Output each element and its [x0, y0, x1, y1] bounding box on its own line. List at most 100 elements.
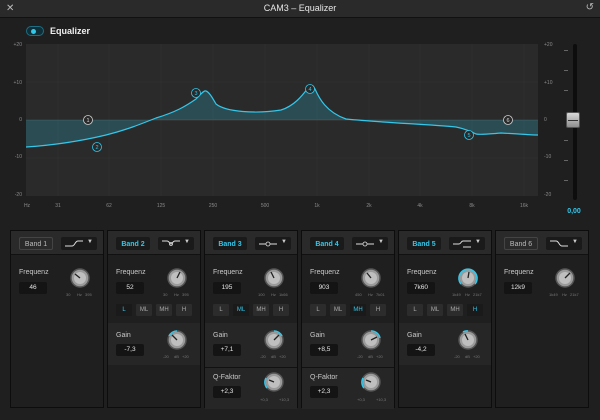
frequency-label: Frequenz	[116, 269, 146, 276]
y-tick-left: 0	[19, 117, 22, 123]
range-l-button[interactable]: L	[310, 304, 326, 316]
band-node-4[interactable]: 4	[305, 84, 315, 94]
range-ml-button[interactable]: ML	[330, 304, 346, 316]
range-mh-button[interactable]: MH	[156, 304, 172, 316]
band-panel-4: Band 4 ▼ Frequenz 903 450 Hz 7k01 L ML M…	[301, 230, 395, 409]
equalizer-toggle[interactable]	[26, 26, 44, 36]
band-node-5[interactable]: 5	[464, 130, 474, 140]
band-panel-2: Band 2 ▼ Frequenz 52 30 Hz 395 L ML MH H	[107, 230, 201, 408]
range-h-button[interactable]: H	[273, 304, 289, 316]
range-h-button[interactable]: H	[467, 304, 483, 316]
q-factor-value[interactable]: +2,3	[310, 386, 338, 398]
frequency-value[interactable]: 195	[213, 282, 241, 294]
range-ml-button[interactable]: ML	[136, 304, 152, 316]
band-2-button[interactable]: Band 2	[116, 237, 150, 250]
svg-text:5: 5	[467, 133, 470, 139]
divider	[205, 367, 297, 368]
gain-value[interactable]: +7,1	[213, 344, 241, 356]
fader-tick	[564, 180, 568, 181]
band-node-3[interactable]: 3	[191, 88, 201, 98]
title-bar: ✕ CAM3 – Equalizer ↺	[0, 0, 600, 18]
chevron-down-icon: ▼	[281, 239, 287, 245]
frequency-knob[interactable]	[67, 265, 93, 291]
low-shelf-icon	[65, 240, 83, 247]
frequency-knob[interactable]	[261, 265, 287, 291]
frequency-value[interactable]: 46	[19, 282, 47, 294]
knob-min-label: -20	[163, 354, 169, 359]
range-h-button[interactable]: H	[176, 304, 192, 316]
knob-min-label: +0,3	[357, 397, 365, 402]
range-selector: L ML MH H	[116, 304, 194, 316]
knob-max-label: +20	[279, 354, 286, 359]
chevron-down-icon: ▼	[87, 239, 93, 245]
svg-text:3: 3	[194, 91, 197, 97]
frequency-value[interactable]: 12k9	[504, 282, 532, 294]
knob-min-label: +0,3	[260, 397, 268, 402]
frequency-value[interactable]: 7k60	[407, 282, 435, 294]
range-ml-button[interactable]: ML	[233, 304, 249, 316]
x-tick: 1k	[314, 203, 320, 209]
knob-max-label: +20	[376, 354, 383, 359]
band-node-1[interactable]: 1	[83, 115, 93, 125]
q-factor-knob[interactable]	[358, 369, 384, 395]
gain-knob[interactable]	[358, 327, 384, 353]
band-panel-5: Band 5 ▼ Frequenz 7k60 1k49 Hz 21k7 L ML…	[398, 230, 492, 408]
range-l-button[interactable]: L	[116, 304, 132, 316]
range-mh-button[interactable]: MH	[350, 304, 366, 316]
band-6-button[interactable]: Band 6	[504, 237, 538, 250]
gain-knob[interactable]	[261, 327, 287, 353]
gain-value[interactable]: -4,2	[407, 344, 435, 356]
filter-shape-select[interactable]: ▼	[352, 237, 388, 250]
knob-unit-label: dB	[368, 354, 373, 359]
range-l-button[interactable]: L	[407, 304, 423, 316]
knob-min-label: 30	[66, 292, 71, 297]
filter-shape-select[interactable]: ▼	[61, 237, 97, 250]
eq-graph[interactable]: 1 2 3 4 5 6	[26, 44, 538, 196]
frequency-value[interactable]: 903	[310, 282, 338, 294]
band-node-2[interactable]: 2	[92, 142, 102, 152]
filter-shape-select[interactable]: ▼	[255, 237, 291, 250]
knob-min-label: -20	[454, 354, 460, 359]
eq-curve-plot[interactable]: 1 2 3 4 5 6	[26, 44, 538, 196]
knob-unit-label: dB	[465, 354, 470, 359]
range-mh-button[interactable]: MH	[253, 304, 269, 316]
chevron-down-icon: ▼	[184, 239, 190, 245]
band-3-button[interactable]: Band 3	[213, 237, 247, 250]
gain-value[interactable]: +8,5	[310, 344, 338, 356]
frequency-label: Frequenz	[213, 269, 243, 276]
range-l-button[interactable]: L	[213, 304, 229, 316]
band-node-6[interactable]: 6	[503, 115, 513, 125]
frequency-knob[interactable]	[358, 265, 384, 291]
frequency-value[interactable]: 52	[116, 282, 144, 294]
filter-shape-select[interactable]: ▼	[449, 237, 485, 250]
band-1-button[interactable]: Band 1	[19, 237, 53, 250]
band-panel-3: Band 3 ▼ Frequenz 195 100 Hz 1k66 L ML M…	[204, 230, 298, 409]
q-factor-knob[interactable]	[261, 369, 287, 395]
knob-max-label: +20	[473, 354, 480, 359]
bell-low-icon	[162, 240, 180, 246]
range-ml-button[interactable]: ML	[427, 304, 443, 316]
fader-tick	[564, 140, 568, 141]
range-mh-button[interactable]: MH	[447, 304, 463, 316]
band-header: Band 1 ▼	[11, 231, 103, 255]
filter-shape-select[interactable]: ▼	[158, 237, 194, 250]
band-strip: Band 1 ▼ Frequenz 46 30 Hz 395 Band 2 ▼ …	[10, 230, 590, 409]
gain-knob[interactable]	[164, 327, 190, 353]
y-tick-left: +10	[13, 80, 22, 86]
output-fader-handle[interactable]	[566, 112, 580, 128]
filter-shape-select[interactable]: ▼	[546, 237, 582, 250]
frequency-knob[interactable]	[552, 265, 578, 291]
band-4-button[interactable]: Band 4	[310, 237, 344, 250]
chevron-down-icon: ▼	[475, 239, 481, 245]
gain-knob[interactable]	[455, 327, 481, 353]
fader-tick	[564, 50, 568, 51]
knob-min-label: -20	[260, 354, 266, 359]
range-h-button[interactable]: H	[370, 304, 386, 316]
frequency-knob[interactable]	[455, 265, 481, 291]
frequency-knob[interactable]	[164, 265, 190, 291]
gain-label: Gain	[310, 332, 325, 339]
reset-icon[interactable]: ↺	[586, 2, 594, 13]
q-factor-value[interactable]: +2,3	[213, 386, 241, 398]
gain-value[interactable]: -7,3	[116, 344, 144, 356]
band-5-button[interactable]: Band 5	[407, 237, 441, 250]
